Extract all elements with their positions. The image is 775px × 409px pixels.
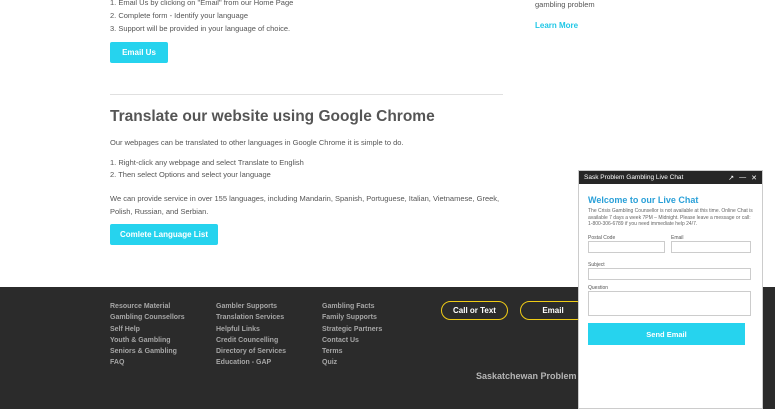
footer-link[interactable]: Contact Us [322, 335, 382, 346]
footer-link[interactable]: Quiz [322, 357, 382, 368]
footer-link[interactable]: Education - GAP [216, 357, 286, 368]
footer-email-button[interactable]: Email [520, 301, 586, 320]
chat-header: Sask Problem Gambling Live Chat ↗ — ✕ [579, 171, 762, 184]
footer-column-info: Gambling Facts Family Supports Strategic… [322, 301, 382, 369]
footer-link[interactable]: FAQ [110, 357, 185, 368]
org-title: Saskatchewan Problem [476, 371, 577, 381]
question-field[interactable] [588, 291, 751, 316]
postal-code-field[interactable] [588, 241, 665, 253]
call-or-text-button[interactable]: Call or Text [441, 301, 508, 320]
email-field[interactable] [671, 241, 751, 253]
footer-column-supports: Gambler Supports Translation Services He… [216, 301, 286, 369]
list-item: 3. Support will be provided in your lang… [110, 24, 291, 33]
chat-header-title: Sask Problem Gambling Live Chat [584, 174, 684, 181]
footer-link[interactable]: Family Supports [322, 312, 382, 323]
language-list-button[interactable]: Comlete Language List [110, 224, 218, 245]
footer-link[interactable]: Terms [322, 346, 382, 357]
list-item: 1. Right-click any webpage and select Tr… [110, 158, 304, 167]
email-us-button[interactable]: Email Us [110, 42, 168, 63]
footer-link[interactable]: Gambling Facts [322, 301, 382, 312]
footer-link[interactable]: Gambling Counsellors [110, 312, 185, 323]
footer-link[interactable]: Strategic Partners [322, 324, 382, 335]
section-divider [110, 94, 503, 95]
chat-title: Welcome to our Live Chat [588, 195, 699, 205]
footer-link[interactable]: Seniors & Gambling [110, 346, 185, 357]
footer-link[interactable]: Credit Councelling [216, 335, 286, 346]
list-item: 1. Email Us by clicking on "Email" from … [110, 0, 294, 7]
footer-link[interactable]: Translation Services [216, 312, 286, 323]
send-email-button[interactable]: Send Email [588, 323, 745, 345]
side-text: gambling problem [535, 0, 595, 9]
footer-link[interactable]: Gambler Supports [216, 301, 286, 312]
languages-text: We can provide service in over 155 langu… [110, 194, 500, 216]
footer-link[interactable]: Directory of Services [216, 346, 286, 357]
translate-steps-list: 1. Right-click any webpage and select Tr… [110, 157, 304, 181]
minimize-icon[interactable]: — [739, 174, 746, 182]
footer-link[interactable]: Helpful Links [216, 324, 286, 335]
footer-link[interactable]: Youth & Gambling [110, 335, 185, 346]
translate-intro: Our webpages can be translated to other … [110, 138, 404, 147]
subject-field[interactable] [588, 268, 751, 280]
translate-heading: Translate our website using Google Chrom… [110, 108, 435, 125]
chat-info-text: The Crisis Gambling Counsellor is not av… [588, 208, 753, 227]
footer-link[interactable]: Resource Material [110, 301, 185, 312]
list-item: 2. Then select Options and select your l… [110, 170, 271, 179]
expand-icon[interactable]: ↗ [728, 174, 734, 182]
footer-link[interactable]: Self Help [110, 324, 185, 335]
list-item: 2. Complete form - Identify your languag… [110, 11, 248, 20]
email-steps-list: 1. Email Us by clicking on "Email" from … [110, 0, 293, 35]
footer-column-resources: Resource Material Gambling Counsellors S… [110, 301, 185, 369]
live-chat-widget: Sask Problem Gambling Live Chat ↗ — ✕ We… [578, 170, 763, 409]
close-icon[interactable]: ✕ [751, 174, 757, 182]
learn-more-link[interactable]: Learn More [535, 21, 578, 30]
